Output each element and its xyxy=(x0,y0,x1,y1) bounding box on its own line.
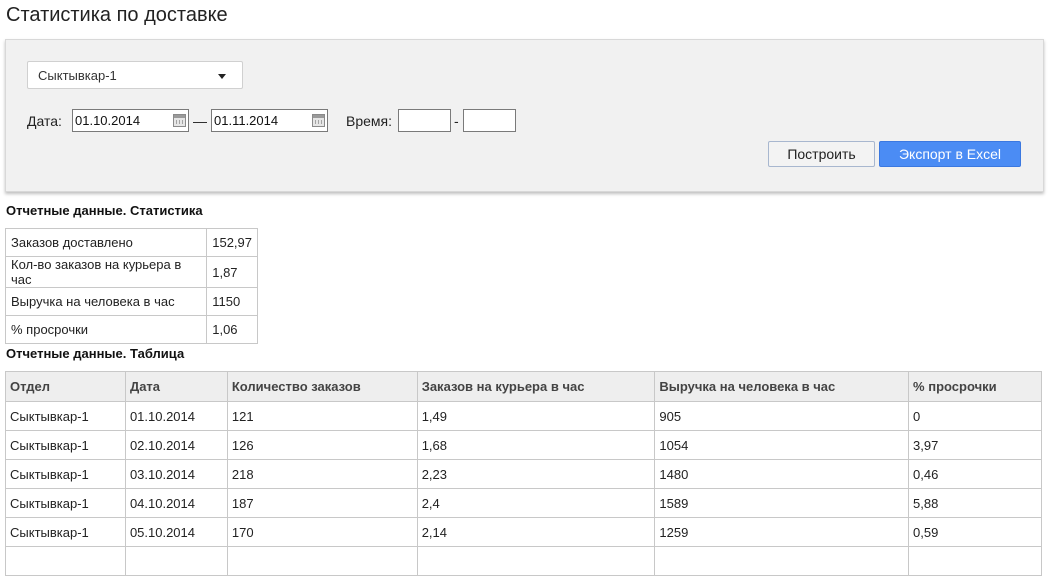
stats-row: Заказов доставлено 152,97 xyxy=(4,228,258,257)
table-cell: 1,49 xyxy=(416,401,656,431)
table-cell: 1589 xyxy=(654,488,910,518)
table-cell: Сыктывкар-1 xyxy=(5,517,126,547)
table-cell: Сыктывкар-1 xyxy=(5,488,126,518)
table-cell: 2,14 xyxy=(416,517,656,547)
page-title: Статистика по доставке xyxy=(6,4,228,26)
table-row: Сыктывкар-1 01.10.2014 121 1,49 905 0 xyxy=(5,401,1042,431)
stats-value: 1,87 xyxy=(206,256,258,288)
table-cell: 187 xyxy=(226,488,418,518)
table-section-title: Отчетные данные. Таблица xyxy=(6,346,185,361)
date-from-input[interactable]: 01.10.2014 xyxy=(72,109,189,132)
column-header[interactable]: Заказов на курьера в час xyxy=(416,371,656,402)
table-cell xyxy=(654,546,910,576)
table-cell: Сыктывкар-1 xyxy=(5,401,126,431)
build-button[interactable]: Построить xyxy=(768,141,875,167)
column-header[interactable]: Отдел xyxy=(5,371,126,402)
table-cell xyxy=(416,546,656,576)
time-from-input[interactable] xyxy=(398,109,451,132)
department-select[interactable]: Сыктывкар-1 xyxy=(27,61,243,89)
table-cell: 905 xyxy=(654,401,910,431)
stats-row: % просрочки 1,06 xyxy=(4,315,258,344)
table-cell xyxy=(5,546,126,576)
data-table: Отдел Дата Количество заказов Заказов на ку… xyxy=(5,371,1042,576)
stats-label: % просрочки xyxy=(4,315,208,344)
stats-row: Кол-во заказов на курьера в час 1,87 xyxy=(4,256,258,288)
table-cell: 1259 xyxy=(654,517,910,547)
calendar-icon[interactable] xyxy=(173,114,186,127)
table-row: Сыктывкар-1 04.10.2014 187 2,4 1589 5,88 xyxy=(5,488,1042,518)
filter-panel: Сыктывкар-1 Дата: 01.10.2014 — 01.11.201… xyxy=(5,39,1044,192)
department-select-value: Сыктывкар-1 xyxy=(38,68,117,83)
column-header[interactable]: Выручка на человека в час xyxy=(654,371,910,402)
time-label: Время: xyxy=(346,113,393,129)
table-cell: 1054 xyxy=(654,430,910,460)
calendar-icon[interactable] xyxy=(312,114,325,127)
table-row: Сыктывкар-1 02.10.2014 126 1,68 1054 3,97 xyxy=(5,430,1042,460)
table-cell xyxy=(908,546,1042,576)
stats-table: Заказов доставлено 152,97 Кол-во заказов н… xyxy=(4,228,258,344)
table-cell: 218 xyxy=(226,459,418,489)
table-cell: 121 xyxy=(226,401,418,431)
column-header[interactable]: Количество заказов xyxy=(226,371,418,402)
date-from-value: 01.10.2014 xyxy=(75,113,141,128)
table-cell: 170 xyxy=(226,517,418,547)
table-cell: 2,4 xyxy=(416,488,656,518)
export-excel-button[interactable]: Экспорт в Excel xyxy=(879,141,1021,167)
column-header[interactable]: Дата xyxy=(124,371,228,402)
stats-label: Заказов доставлено xyxy=(4,228,208,257)
table-cell: 5,88 xyxy=(908,488,1042,518)
date-label: Дата: xyxy=(27,113,62,129)
table-cell: 02.10.2014 xyxy=(124,430,228,460)
date-to-value: 01.11.2014 xyxy=(214,113,279,128)
table-cell: 04.10.2014 xyxy=(124,488,228,518)
table-cell xyxy=(226,546,418,576)
table-row xyxy=(5,546,1042,576)
stats-label: Кол-во заказов на курьера в час xyxy=(4,256,208,288)
table-cell xyxy=(124,546,228,576)
time-separator: - xyxy=(454,113,459,129)
table-cell: 05.10.2014 xyxy=(124,517,228,547)
column-header[interactable]: % просрочки xyxy=(908,371,1042,402)
stats-row: Выручка на человека в час 1150 xyxy=(4,287,258,316)
chevron-down-icon xyxy=(218,74,226,79)
table-cell: 03.10.2014 xyxy=(124,459,228,489)
stats-label: Выручка на человека в час xyxy=(4,287,208,316)
table-row: Сыктывкар-1 03.10.2014 218 2,23 1480 0,46 xyxy=(5,459,1042,489)
table-cell: 0,59 xyxy=(908,517,1042,547)
table-cell: 1480 xyxy=(654,459,910,489)
stats-value: 1150 xyxy=(206,287,258,316)
table-cell: 126 xyxy=(226,430,418,460)
table-cell: 01.10.2014 xyxy=(124,401,228,431)
table-cell: Сыктывкар-1 xyxy=(5,430,126,460)
table-cell: 1,68 xyxy=(416,430,656,460)
table-cell: 0 xyxy=(908,401,1042,431)
table-cell: 3,97 xyxy=(908,430,1042,460)
date-to-input[interactable]: 01.11.2014 xyxy=(211,109,328,132)
stats-section-title: Отчетные данные. Статистика xyxy=(6,203,203,218)
table-cell: 0,46 xyxy=(908,459,1042,489)
table-cell: 2,23 xyxy=(416,459,656,489)
stats-value: 1,06 xyxy=(206,315,258,344)
table-cell: Сыктывкар-1 xyxy=(5,459,126,489)
table-row: Сыктывкар-1 05.10.2014 170 2,14 1259 0,59 xyxy=(5,517,1042,547)
stats-value: 152,97 xyxy=(206,228,258,257)
date-separator: — xyxy=(193,113,207,129)
time-to-input[interactable] xyxy=(463,109,516,132)
